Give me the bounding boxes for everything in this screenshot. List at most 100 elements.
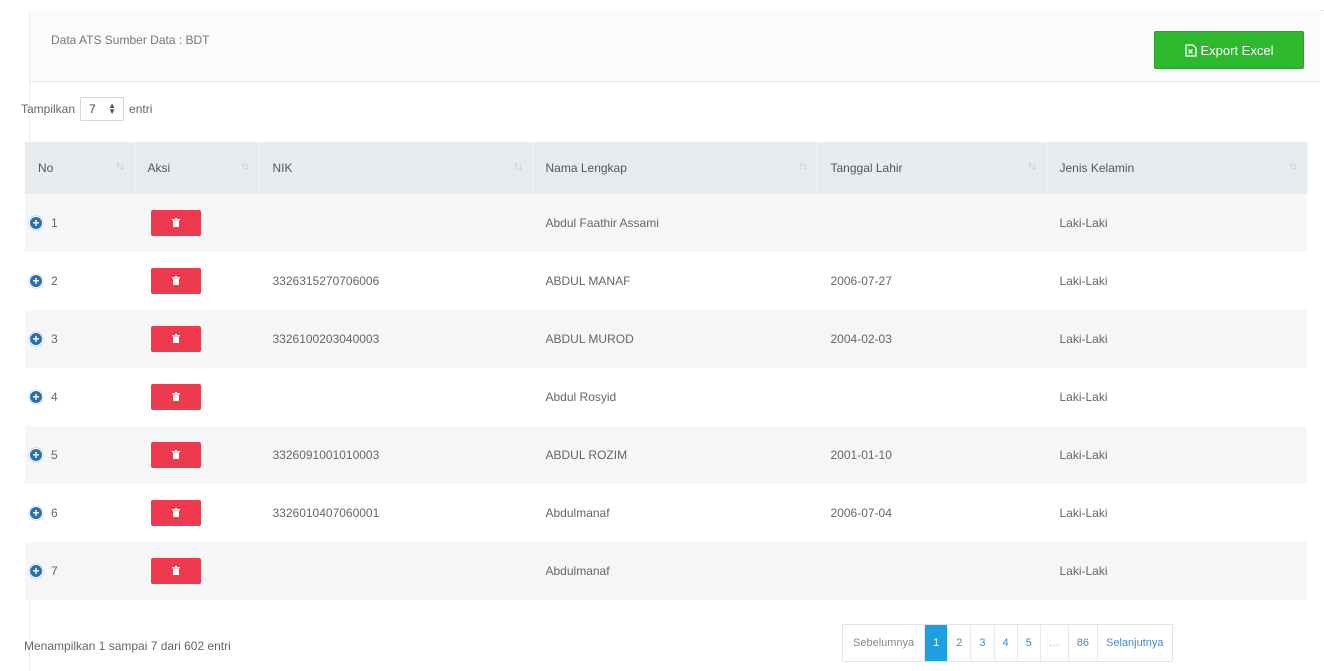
- cell-nik: [259, 194, 532, 252]
- pagination-page-3[interactable]: 3: [971, 625, 995, 661]
- pagination: Sebelumnya 1 2 3 4 5… 86 Selanjutnya: [842, 624, 1173, 662]
- cell-no: +3: [25, 310, 134, 368]
- length-select[interactable]: 7 ▲ ▼: [80, 97, 125, 121]
- pagination-page-5[interactable]: 5: [1018, 625, 1041, 661]
- cell-nama-lengkap: ABDUL MANAF: [545, 274, 631, 288]
- cell-no: +5: [25, 426, 134, 484]
- column-header-nik[interactable]: NIK ↑↓: [259, 142, 533, 194]
- sort-icon: ↑↓: [1027, 161, 1037, 172]
- cell-jenis-kelamin: Laki-Laki: [1059, 506, 1108, 520]
- length-value: 7: [89, 102, 96, 116]
- table-row: +1 Abdul Faathir Assami Laki-Laki: [25, 194, 1307, 252]
- delete-button[interactable]: [150, 442, 201, 468]
- cell-aksi: [134, 542, 259, 600]
- cell-nik: [259, 542, 532, 600]
- delete-button[interactable]: [150, 268, 201, 294]
- cell-tanggal-lahir: 2004-02-03: [830, 332, 892, 346]
- row-number: 1: [51, 216, 58, 230]
- row-number: 7: [51, 564, 58, 578]
- length-control: Tampilkan 7 ▲ ▼ entri: [21, 97, 152, 121]
- table-row: +2 3326315270706006 ABDUL MANAF 2006-07-27 L…: [25, 252, 1307, 310]
- cell-no: +7: [25, 542, 134, 600]
- cell-nama-lengkap: Abdul Faathir Assami: [545, 216, 659, 230]
- pagination-ellipsis: …: [1041, 625, 1069, 661]
- plus-circle-icon[interactable]: +: [29, 564, 43, 578]
- cell-no: +2: [25, 252, 134, 310]
- cell-nama-lengkap: ABDUL ROZIM: [545, 448, 628, 462]
- table-row: +7 Abdulmanaf Laki-Laki: [25, 542, 1307, 600]
- cell-jenis-kelamin: Laki-Laki: [1059, 448, 1108, 462]
- plus-circle-icon[interactable]: +: [29, 390, 43, 404]
- column-header-jenis-kelamin[interactable]: Jenis Kelamin ↑↓: [1046, 142, 1308, 194]
- plus-circle-icon[interactable]: +: [29, 506, 43, 520]
- cell-tanggal-lahir: 2006-07-04: [830, 506, 892, 520]
- cell-tanggal-lahir: 2001-01-10: [830, 448, 892, 462]
- pagination-previous[interactable]: Sebelumnya: [843, 625, 926, 661]
- export-excel-label: Export Excel: [1200, 42, 1274, 58]
- table-header-row: No ↑↓ Aksi ↑↓ NIK ↑↓ Nama Lengkap ↑↓ Tanggal…: [25, 142, 1308, 194]
- cell-aksi: [134, 194, 259, 252]
- column-header-no[interactable]: No ↑↓: [25, 142, 135, 194]
- cell-nama-lengkap: Abdulmanaf: [545, 564, 610, 578]
- table-info: Menampilkan 1 sampai 7 dari 602 entri: [24, 639, 231, 653]
- sort-icon: ↑↓: [798, 161, 808, 172]
- table-row: +6 3326010407060001 Abdulmanaf 2006-07-04 La…: [25, 484, 1307, 542]
- column-header-tanggal-lahir[interactable]: Tanggal Lahir ↑↓: [817, 142, 1047, 194]
- export-excel-button[interactable]: Export Excel: [1154, 31, 1304, 69]
- cell-no: +1: [25, 194, 134, 252]
- cell-jenis-kelamin: Laki-Laki: [1059, 390, 1108, 404]
- card-title: Data ATS Sumber Data : BDT: [51, 33, 210, 47]
- cell-aksi: [134, 484, 259, 542]
- cell-jenis-kelamin: Laki-Laki: [1059, 564, 1108, 578]
- delete-button[interactable]: [150, 210, 201, 236]
- row-number: 5: [51, 448, 58, 462]
- length-suffix: entri: [129, 102, 153, 116]
- cell-nama-lengkap: ABDUL MUROD: [545, 332, 634, 346]
- table-row: +5 3326091001010003 ABDUL ROZIM 2001-01-10 L…: [25, 426, 1307, 484]
- excel-file-icon: [1184, 43, 1197, 57]
- row-number: 3: [51, 332, 58, 346]
- trash-icon: [171, 390, 180, 404]
- pagination-page-4[interactable]: 4: [995, 625, 1018, 661]
- cell-tanggal-lahir: 2006-07-27: [830, 274, 892, 288]
- cell-aksi: [134, 368, 259, 426]
- trash-icon: [171, 448, 180, 462]
- trash-icon: [171, 216, 180, 230]
- plus-circle-icon[interactable]: +: [29, 448, 43, 462]
- plus-circle-icon[interactable]: +: [29, 332, 43, 346]
- card-header: Data ATS Sumber Data : BDT Export Excel: [30, 10, 1320, 82]
- trash-icon: [171, 274, 180, 288]
- cell-jenis-kelamin: Laki-Laki: [1059, 216, 1108, 230]
- plus-circle-icon[interactable]: +: [29, 216, 43, 230]
- sort-icon: ↑↓: [513, 161, 523, 172]
- cell-jenis-kelamin: Laki-Laki: [1059, 332, 1108, 346]
- cell-jenis-kelamin: Laki-Laki: [1059, 274, 1108, 288]
- column-header-nama-lengkap[interactable]: Nama Lengkap ↑↓: [532, 142, 818, 194]
- delete-button[interactable]: [150, 384, 201, 410]
- pagination-next[interactable]: Selanjutnya: [1098, 625, 1172, 661]
- cell-aksi: [134, 252, 259, 310]
- cell-nik: 3326100203040003: [272, 332, 380, 346]
- pagination-page-86[interactable]: 86: [1069, 625, 1099, 661]
- row-number: 2: [51, 274, 58, 288]
- delete-button[interactable]: [150, 558, 201, 584]
- row-number: 4: [51, 390, 58, 404]
- cell-tanggal-lahir: [817, 542, 1046, 600]
- data-table: No ↑↓ Aksi ↑↓ NIK ↑↓ Nama Lengkap ↑↓ Tanggal…: [25, 142, 1308, 600]
- table-row: +3 3326100203040003 ABDUL MUROD 2004-02-03 L…: [25, 310, 1307, 368]
- cell-no: +6: [25, 484, 134, 542]
- pagination-page-1[interactable]: 1: [925, 625, 949, 661]
- cell-aksi: [134, 310, 259, 368]
- cell-aksi: [134, 426, 259, 484]
- length-prefix: Tampilkan: [21, 102, 76, 116]
- cell-nik: 3326010407060001: [272, 506, 380, 520]
- sort-icon: ↑↓: [115, 161, 125, 172]
- column-header-aksi[interactable]: Aksi ↑↓: [134, 142, 260, 194]
- cell-tanggal-lahir: [817, 194, 1046, 252]
- pagination-page-2[interactable]: 2: [948, 625, 972, 661]
- delete-button[interactable]: [150, 500, 201, 526]
- plus-circle-icon[interactable]: +: [29, 274, 43, 288]
- cell-nik: [259, 368, 532, 426]
- delete-button[interactable]: [150, 326, 201, 352]
- cell-tanggal-lahir: [817, 368, 1046, 426]
